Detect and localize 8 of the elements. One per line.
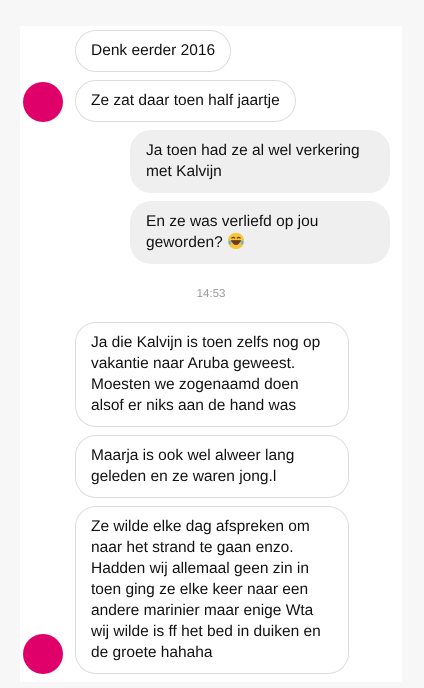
received-message: Ja die Kalvijn is toen zelfs nog op vakantie naar Aruba geweest. Moesten we zogenaamd doen alsof er niks aan de hand was <box>75 322 349 427</box>
sent-message: Ja toen had ze al wel verkering met Kalvijn <box>130 130 390 193</box>
received-message: Ze zat daar toen half jaartje <box>75 80 296 122</box>
received-message: Ze wilde elke dag afspreken om naar het strand te gaan enzo. Hadden wij allemaal geen zin in toen ging ze elke keer naar een andere marinier maar enige Wta wij wilde is ff het bed in duiken en de groete hahaha <box>75 506 349 674</box>
sent-message: En ze was verliefd op jou geworden? <box>130 201 390 264</box>
received-message: Maarja is ook wel alweer lang geleden en ze waren jong.l <box>75 435 349 498</box>
received-message: Denk eerder 2016 <box>75 30 232 72</box>
timestamp: 14:53 <box>196 288 226 300</box>
